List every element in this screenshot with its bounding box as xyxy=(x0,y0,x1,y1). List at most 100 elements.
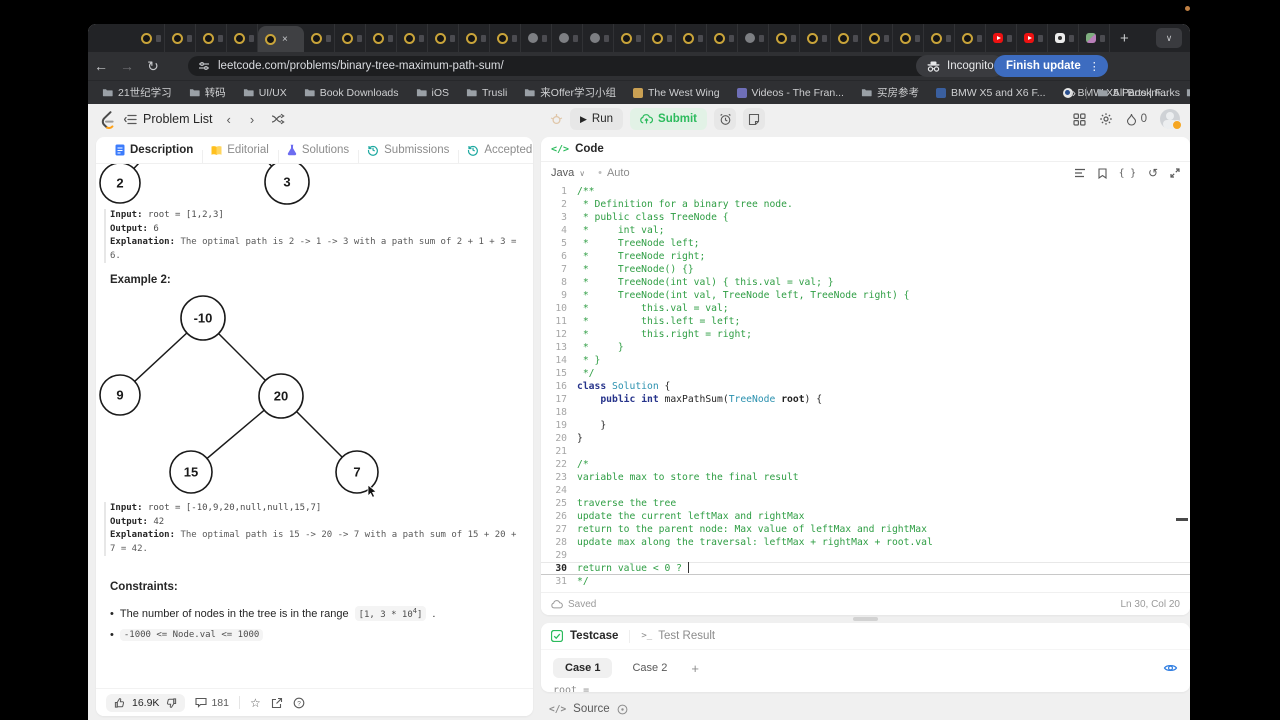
next-question-button[interactable]: › xyxy=(245,112,259,127)
bookmark-item[interactable]: Book Downloads xyxy=(304,87,399,99)
reload-button[interactable]: ↻ xyxy=(140,58,166,75)
browser-tab[interactable] xyxy=(645,24,676,52)
settings-gear-icon[interactable] xyxy=(1099,112,1113,126)
brackets-icon[interactable]: { } xyxy=(1119,168,1136,179)
code-line[interactable]: 16 class Solution { xyxy=(541,380,1190,393)
vote-control[interactable]: 16.9K xyxy=(106,693,186,712)
tab-solutions[interactable]: Solutions xyxy=(277,144,358,163)
code-line[interactable]: 8 * TreeNode(int val) { this.val = val; … xyxy=(541,276,1190,289)
bookmark-item[interactable]: 买房参考 xyxy=(861,85,919,100)
reset-code-icon[interactable]: ↺ xyxy=(1148,166,1158,180)
bookmark-item[interactable]: BMW X5 and X6 F... xyxy=(935,87,1046,99)
site-settings-icon[interactable] xyxy=(198,60,210,72)
code-line[interactable]: 7 * TreeNode() {} xyxy=(541,263,1190,276)
description-content[interactable]: 2 3 Input: root = [1,2,3] Output: 6 Expl… xyxy=(96,164,533,690)
bookmark-item[interactable]: 来Offer学习小组 xyxy=(524,85,616,100)
tab-description[interactable]: Description xyxy=(106,144,202,156)
eye-preview-icon[interactable] xyxy=(1163,662,1178,674)
code-line[interactable]: 23 variable max to store the final result xyxy=(541,471,1190,484)
run-button[interactable]: ▶ Run xyxy=(570,108,624,130)
debug-icon[interactable] xyxy=(550,113,563,126)
browser-tab[interactable] xyxy=(552,24,583,52)
tab-editorial[interactable]: Editorial xyxy=(202,144,278,163)
testcase-tab[interactable]: Testcase xyxy=(570,630,618,642)
browser-tab[interactable] xyxy=(738,24,769,52)
browser-tab[interactable] xyxy=(707,24,738,52)
bookmark-item[interactable]: The West Wing xyxy=(632,87,720,99)
fullscreen-icon[interactable] xyxy=(1170,168,1180,178)
code-line[interactable]: 29 xyxy=(541,549,1190,562)
code-line[interactable]: 13 * } xyxy=(541,341,1190,354)
forward-button[interactable]: → xyxy=(114,58,140,74)
bookmarks-overflow-button[interactable]: » xyxy=(1069,86,1076,100)
daily-streak[interactable]: 0 xyxy=(1126,113,1147,126)
code-line[interactable]: 6 * TreeNode right; xyxy=(541,250,1190,263)
browser-tab[interactable] xyxy=(304,24,335,52)
tab-submissions[interactable]: Submissions xyxy=(358,144,458,163)
bookmark-item[interactable]: Amazon xyxy=(1186,87,1190,99)
browser-tab[interactable] xyxy=(769,24,800,52)
browser-tab[interactable] xyxy=(924,24,955,52)
browser-tab[interactable] xyxy=(1048,24,1079,52)
problem-list-button[interactable]: Problem List xyxy=(124,112,212,126)
favorite-star-icon[interactable]: ☆ xyxy=(250,696,261,710)
notes-button[interactable] xyxy=(743,108,766,130)
code-line[interactable]: 22 /* xyxy=(541,458,1190,471)
code-line[interactable]: 28 update max along the traversal: leftMa… xyxy=(541,536,1190,549)
bookmark-item[interactable]: Videos - The Fran... xyxy=(736,87,844,99)
language-selector[interactable]: Java xyxy=(551,167,574,179)
bookmark-item[interactable]: UI/UX xyxy=(243,87,287,99)
new-tab-button[interactable]: + xyxy=(1110,24,1139,52)
share-icon[interactable] xyxy=(271,697,283,709)
code-line[interactable]: 24 xyxy=(541,484,1190,497)
code-line[interactable]: 10 * this.val = val; xyxy=(541,302,1190,315)
browser-tab[interactable] xyxy=(862,24,893,52)
bookmark-item[interactable]: 转码 xyxy=(189,85,226,100)
all-bookmarks-button[interactable]: All Bookmarks xyxy=(1097,87,1180,99)
scrollbar-mark[interactable] xyxy=(1176,518,1188,521)
code-line[interactable]: 25 traverse the tree xyxy=(541,497,1190,510)
thumbs-down-icon[interactable] xyxy=(165,697,177,709)
code-line[interactable]: 31 */ xyxy=(541,575,1190,588)
browser-tab[interactable] xyxy=(676,24,707,52)
code-line[interactable]: 1 /** xyxy=(541,185,1190,198)
timer-button[interactable] xyxy=(714,108,737,130)
format-code-icon[interactable] xyxy=(1074,168,1086,178)
code-editor[interactable]: 1/** 2 * Definition for a binary tree nod… xyxy=(541,185,1190,593)
code-line[interactable]: 11 * this.left = left; xyxy=(541,315,1190,328)
browser-tab[interactable] xyxy=(1017,24,1048,52)
browser-tab[interactable] xyxy=(397,24,428,52)
avatar[interactable] xyxy=(1160,109,1182,130)
browser-tab[interactable] xyxy=(335,24,366,52)
tab-search-chevron-button[interactable]: ∨ xyxy=(1156,28,1182,48)
browser-tab[interactable] xyxy=(165,24,196,52)
browser-tab[interactable] xyxy=(800,24,831,52)
browser-tab[interactable] xyxy=(831,24,862,52)
cursor-position[interactable]: Ln 30, Col 20 xyxy=(1121,599,1181,610)
code-line[interactable]: 15 */ xyxy=(541,367,1190,380)
code-line[interactable]: 3 * public class TreeNode { xyxy=(541,211,1190,224)
browser-tab[interactable] xyxy=(614,24,645,52)
url-text[interactable]: leetcode.com/problems/binary-tree-maximu… xyxy=(218,60,504,72)
browser-tab[interactable] xyxy=(893,24,924,52)
browser-tab[interactable] xyxy=(459,24,490,52)
add-case-button[interactable]: + xyxy=(687,661,703,676)
code-line[interactable]: 5 * TreeNode left; xyxy=(541,237,1190,250)
browser-tab[interactable] xyxy=(134,24,165,52)
auto-toggle[interactable]: Auto xyxy=(607,167,630,179)
browser-tab[interactable] xyxy=(490,24,521,52)
tab-accepted[interactable]: Accepted × xyxy=(458,144,533,163)
test-result-tab[interactable]: >_ Test Result xyxy=(641,630,715,642)
back-button[interactable]: ← xyxy=(88,58,114,74)
close-tab-icon[interactable]: × xyxy=(282,34,288,45)
bookmark-item[interactable]: Trusli xyxy=(466,87,507,99)
help-icon[interactable]: ? xyxy=(293,697,305,709)
browser-tab[interactable] xyxy=(583,24,614,52)
case-tab-2[interactable]: Case 2 xyxy=(620,658,679,678)
code-line[interactable]: 14 * } xyxy=(541,354,1190,367)
code-line[interactable]: 17 public int maxPathSum(TreeNode root) … xyxy=(541,393,1190,406)
code-line[interactable]: 26 update the current leftMax and rightMa… xyxy=(541,510,1190,523)
info-circle-icon[interactable] xyxy=(617,704,628,715)
code-line[interactable]: 9 * TreeNode(int val, TreeNode left, Tre… xyxy=(541,289,1190,302)
code-line[interactable]: 18 xyxy=(541,406,1190,419)
